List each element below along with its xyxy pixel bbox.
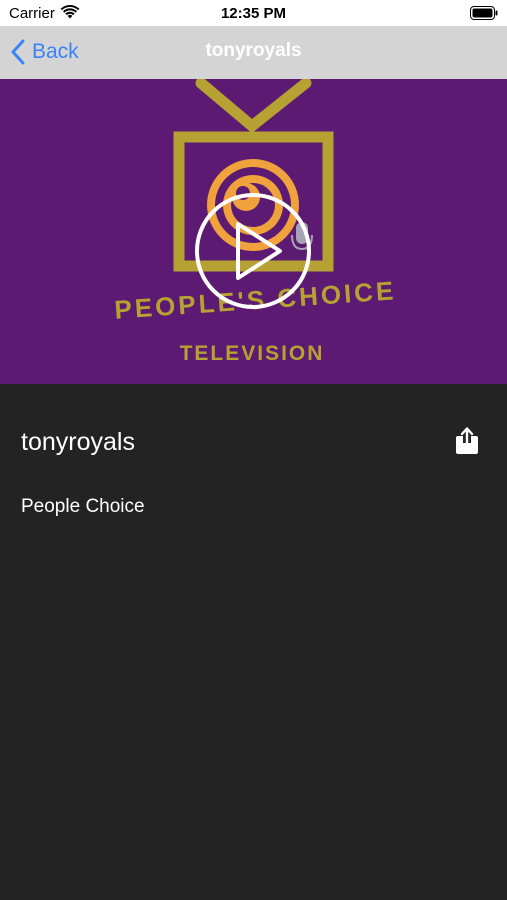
share-icon[interactable] (454, 426, 480, 456)
channel-title: tonyroyals (21, 428, 135, 456)
video-player[interactable]: PEOPLE'S CHOICE TELEVISION (0, 79, 507, 384)
channel-description: People Choice (21, 496, 145, 517)
logo-line-2: TELEVISION (180, 342, 325, 365)
status-bar: Carrier 12:35 PM (0, 0, 507, 26)
status-time: 12:35 PM (220, 5, 287, 22)
detail-panel: tonyroyals People Choice (0, 384, 507, 900)
play-icon (236, 222, 282, 280)
navigation-bar: Back tonyroyals (0, 26, 507, 79)
nav-title: tonyroyals (205, 40, 302, 61)
play-button[interactable] (194, 192, 312, 310)
battery-icon (470, 6, 498, 20)
